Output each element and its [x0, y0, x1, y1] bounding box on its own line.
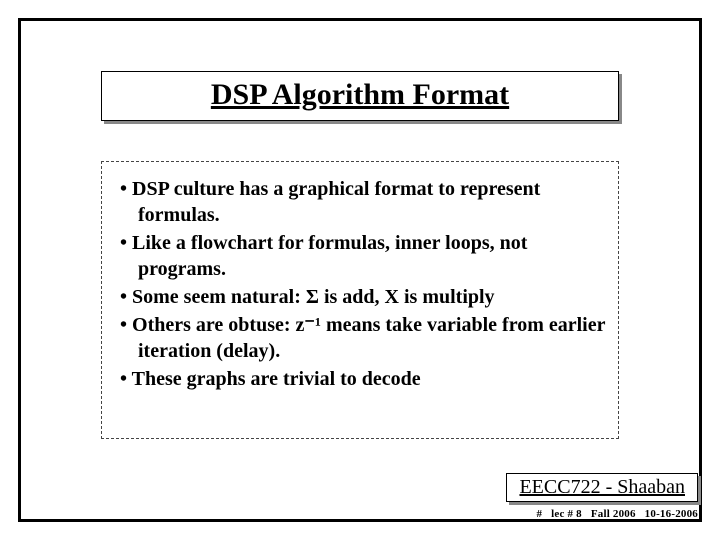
footer-lec: lec # 8 [551, 508, 582, 520]
list-item: These graphs are trivial to decode [112, 366, 608, 392]
slide-title: DSP Algorithm Format [112, 78, 608, 112]
content-box: DSP culture has a graphical format to re… [101, 161, 619, 439]
footer-date: 10-16-2006 [645, 508, 698, 520]
footer-slide-no: # [536, 508, 542, 520]
bullet-list: DSP culture has a graphical format to re… [112, 176, 608, 392]
list-item: DSP culture has a graphical format to re… [112, 176, 608, 228]
footer-term: Fall 2006 [591, 508, 636, 520]
list-item: Some seem natural: Σ is add, X is multip… [112, 284, 608, 310]
footer: # lec # 8 Fall 2006 10-16-2006 [530, 508, 698, 520]
course-label: EECC722 - Shaaban [506, 473, 698, 502]
list-item: Others are obtuse: z⁻¹ means take variab… [112, 312, 608, 364]
slide-frame: DSP Algorithm Format DSP culture has a g… [18, 18, 702, 522]
list-item: Like a flowchart for formulas, inner loo… [112, 230, 608, 282]
title-box: DSP Algorithm Format [101, 71, 619, 121]
